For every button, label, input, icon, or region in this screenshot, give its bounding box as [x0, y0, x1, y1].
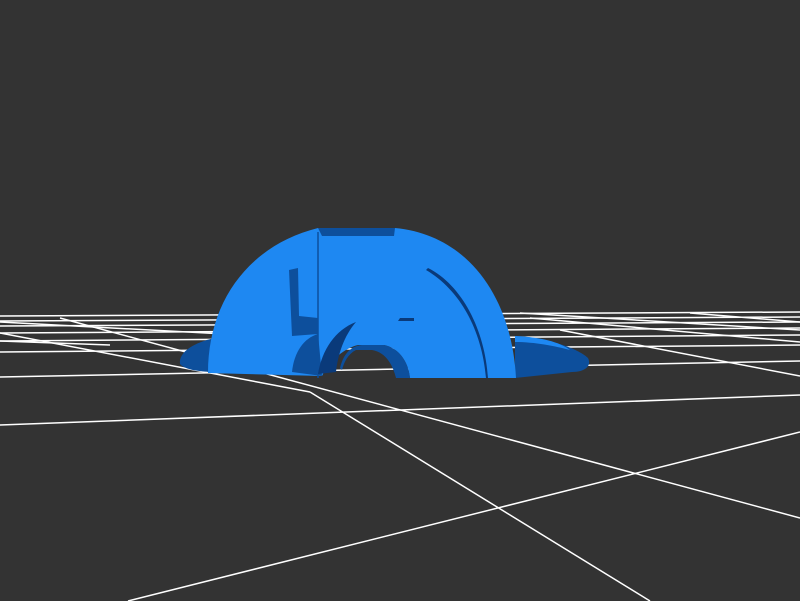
model-ledge: [398, 318, 414, 321]
model-top-slot: [318, 228, 395, 236]
scene-canvas[interactable]: [0, 0, 800, 601]
3d-viewport[interactable]: [0, 0, 800, 601]
